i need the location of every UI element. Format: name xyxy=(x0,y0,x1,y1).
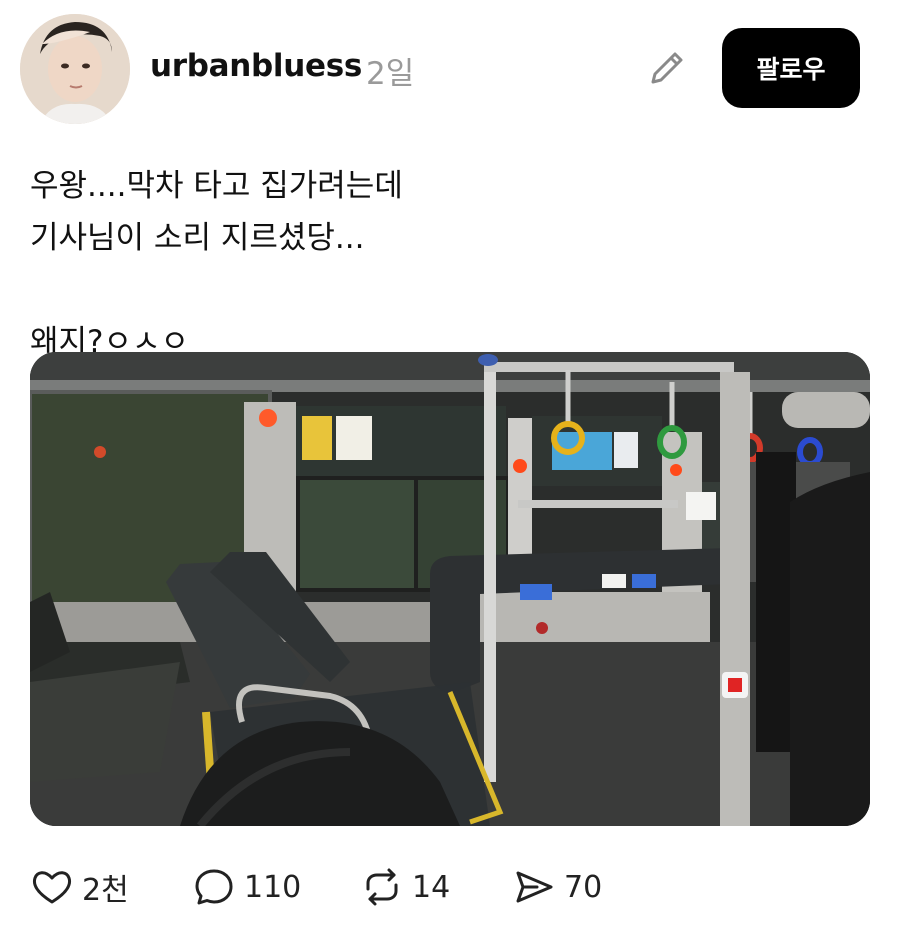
like-button[interactable]: 2천 xyxy=(30,860,129,914)
share-count: 70 xyxy=(564,869,603,905)
repost-button[interactable]: 14 xyxy=(360,860,450,914)
avatar-portrait xyxy=(20,14,130,124)
send-icon xyxy=(516,871,553,903)
like-count: 2천 xyxy=(82,873,129,908)
speech-bubble-icon xyxy=(195,869,233,905)
comment-count: 110 xyxy=(244,869,302,905)
post-timestamp: 2일 xyxy=(366,56,415,92)
repost-arrows-icon xyxy=(366,868,398,906)
username[interactable]: urbanbluess xyxy=(150,48,362,84)
post-text: 우왕....막차 타고 집가려는데 기사님이 소리 지르셨당... 왜지?ㅇㅅㅇ xyxy=(30,160,403,368)
comment-button[interactable]: 110 xyxy=(192,860,301,914)
share-button[interactable]: 70 xyxy=(512,860,602,914)
post-text-line-2: 기사님이 소리 지르셨당... xyxy=(30,220,365,256)
follow-button[interactable]: 팔로우 xyxy=(722,28,860,108)
bus-interior-photo xyxy=(30,352,870,826)
pencil-icon[interactable] xyxy=(645,46,689,90)
post-photo[interactable] xyxy=(30,352,870,826)
post-actions: 2천 110 14 70 xyxy=(30,860,870,914)
repost-count: 14 xyxy=(412,869,451,905)
heart-icon xyxy=(33,871,71,904)
avatar[interactable] xyxy=(20,14,130,124)
post-text-line-1: 우왕....막차 타고 집가려는데 xyxy=(30,168,403,204)
